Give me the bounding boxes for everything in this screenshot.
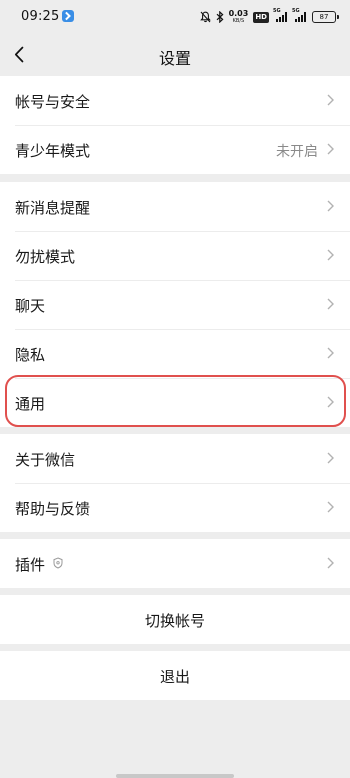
chevron-right-icon [327,396,334,408]
settings-item-label: 帮助与反馈 [15,500,91,518]
battery-level: 87 [319,13,329,21]
navigation-bar: 设置 [0,34,350,76]
settings-item-label: 新消息提醒 [15,199,91,217]
settings-item-new-message-alerts[interactable]: 新消息提醒 [0,182,350,231]
status-time: 09:25 [21,9,60,24]
settings-item-label: 勿扰模式 [15,248,76,266]
settings-item-chat[interactable]: 聊天 [0,280,350,329]
settings-group-preferences: 新消息提醒 勿扰模式 聊天 隐私 通用 [0,182,350,427]
chevron-right-icon [327,298,334,310]
signal-icon: 5G [273,8,288,22]
settings-group-about: 关于微信 帮助与反馈 [0,434,350,532]
settings-group-account: 帐号与安全 青少年模式 未开启 [0,76,350,174]
settings-item-label: 隐私 [15,346,46,364]
network-speed-unit: KB/S [232,18,245,24]
settings-item-label: 插件 [15,556,46,574]
chevron-right-icon [327,94,334,106]
page-title: 设置 [158,49,191,68]
settings-item-general[interactable]: 通用 [0,378,350,427]
settings-item-privacy[interactable]: 隐私 [0,329,350,378]
chevron-right-icon [327,501,334,513]
settings-item-help-feedback[interactable]: 帮助与反馈 [0,483,350,532]
chevron-right-icon [327,452,334,464]
switch-account-button[interactable]: 切换帐号 [0,595,350,644]
settings-item-label: 通用 [15,395,46,413]
settings-item-label: 帐号与安全 [15,93,91,111]
chevron-right-icon [327,557,334,569]
bluetooth-icon [216,11,224,23]
teen-mode-status: 未开启 [276,144,318,160]
status-bar: 09:25 0.03 KB/S HD 5G 5G 87 [0,0,350,34]
settings-item-label: 青少年模式 [15,142,91,160]
shield-icon [53,557,63,569]
home-indicator[interactable] [116,774,234,778]
switch-account-label: 切换帐号 [144,612,205,630]
chevron-right-icon [327,249,334,261]
settings-item-about-wechat[interactable]: 关于微信 [0,434,350,483]
settings-item-account-security[interactable]: 帐号与安全 [0,76,350,125]
hd-badge: HD [253,11,269,23]
settings-item-label: 聊天 [15,297,46,315]
signal-gen-label-2: 5G [292,8,300,14]
mute-bell-icon [199,11,211,23]
status-icons: 0.03 KB/S HD 5G 5G 87 [199,8,339,26]
settings-group-plugins: 插件 [0,539,350,588]
chevron-right-icon [327,347,334,359]
settings-item-label: 关于微信 [15,451,76,469]
chevron-right-icon [327,200,334,212]
signal-gen-label: 5G [273,8,281,14]
logout-button[interactable]: 退出 [0,651,350,700]
battery-icon: 87 [312,11,339,23]
check-app-icon [62,10,74,22]
network-speed: 0.03 KB/S [228,9,249,25]
settings-item-teen-mode[interactable]: 青少年模式 未开启 [0,125,350,174]
signal-icon-2: 5G [292,8,307,22]
settings-item-plugins[interactable]: 插件 [0,539,350,588]
logout-label: 退出 [159,668,190,686]
settings-item-do-not-disturb[interactable]: 勿扰模式 [0,231,350,280]
chevron-right-icon [327,143,334,155]
network-speed-value: 0.03 [228,9,249,18]
